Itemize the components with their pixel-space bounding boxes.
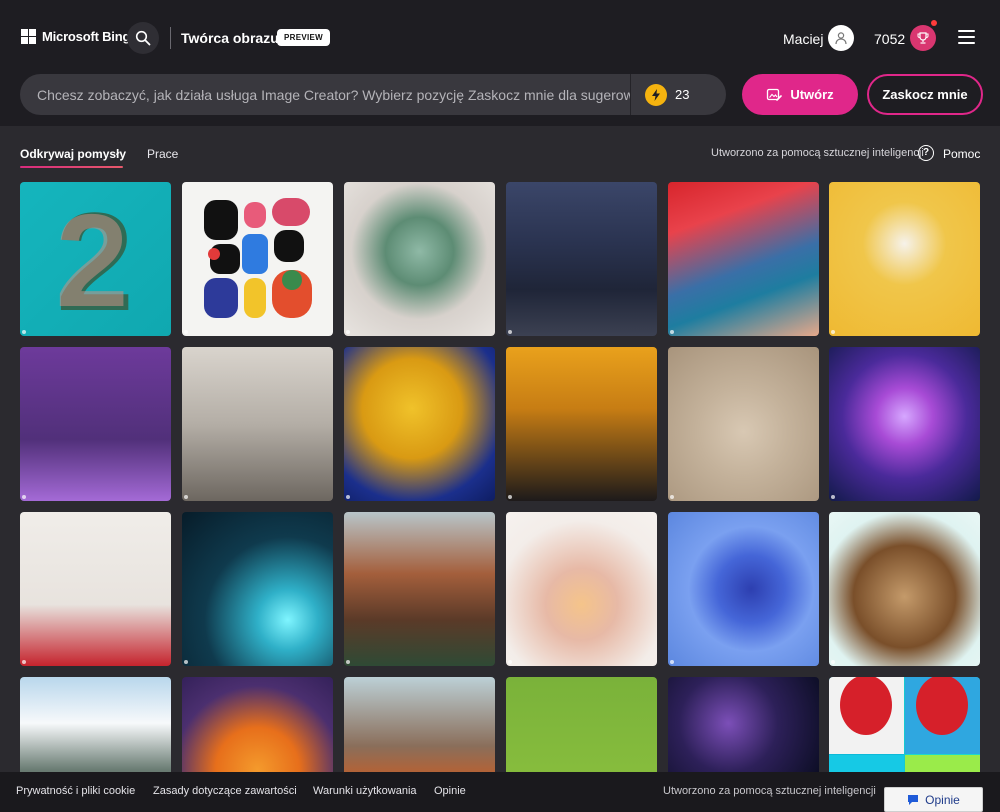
- notification-dot: [931, 20, 937, 26]
- image-tile-lavender-cocktail[interactable]: [506, 512, 657, 666]
- image-tile-blue-dahlia[interactable]: [668, 512, 819, 666]
- tile-info-icon: [670, 495, 674, 499]
- tile-info-icon: [346, 495, 350, 499]
- image-tile-shiba-astronaut[interactable]: [829, 182, 980, 336]
- image-tile-teal-number-two[interactable]: 22: [20, 182, 171, 336]
- image-tile-colorful-eye-makeup[interactable]: [668, 182, 819, 336]
- image-tile-abstract-shapes[interactable]: [182, 182, 333, 336]
- tile-info-icon: [184, 495, 188, 499]
- boost-count: 23: [675, 87, 690, 102]
- feedback-link[interactable]: Opinie: [434, 785, 466, 797]
- tile-info-icon: [670, 330, 674, 334]
- create-button[interactable]: Utwórz: [742, 74, 858, 115]
- help-link[interactable]: Pomoc: [943, 147, 980, 161]
- tile-info-icon: [508, 660, 512, 664]
- image-tile-lemon-hourglass[interactable]: [344, 347, 495, 501]
- image-tile-cosmic-figure[interactable]: [829, 347, 980, 501]
- trophy-icon: [917, 32, 929, 44]
- image-tile-purple-robot[interactable]: [20, 347, 171, 501]
- surprise-me-button[interactable]: Zaskocz mnie: [867, 74, 983, 115]
- tile-info-icon: [22, 495, 26, 499]
- help-icon[interactable]: ?: [918, 145, 934, 161]
- tile-info-icon: [184, 660, 188, 664]
- tile-info-icon: [22, 330, 26, 334]
- image-tile-red-room[interactable]: [20, 512, 171, 666]
- content-policy-link[interactable]: Zasady dotyczące zawartości: [153, 785, 297, 797]
- user-icon: [835, 32, 847, 45]
- tile-info-icon: [831, 660, 835, 664]
- tile-info-icon: [831, 495, 835, 499]
- prompt-box: 23: [20, 74, 726, 115]
- rewards-button[interactable]: [910, 25, 936, 51]
- tile-info-icon: [346, 330, 350, 334]
- tile-info-icon: [831, 330, 835, 334]
- search-icon: [135, 30, 151, 46]
- prompt-input[interactable]: [20, 74, 630, 115]
- image-tile-dark-castle-landscape[interactable]: [506, 182, 657, 336]
- avatar[interactable]: [828, 25, 854, 51]
- hamburger-menu-icon[interactable]: [958, 30, 975, 44]
- bing-logo[interactable]: Microsoft Bing: [21, 29, 130, 44]
- tile-info-icon: [184, 330, 188, 334]
- rewards-points[interactable]: 7052: [874, 31, 905, 47]
- svg-text:2: 2: [55, 187, 128, 334]
- feedback-button-label: Opinie: [925, 792, 960, 807]
- header-divider: [170, 27, 171, 49]
- search-button[interactable]: [127, 22, 159, 54]
- brand-name: Microsoft Bing: [42, 29, 131, 44]
- image-tile-elephant-tuxedo[interactable]: [506, 347, 657, 501]
- tile-info-icon: [508, 495, 512, 499]
- tile-info-icon: [22, 660, 26, 664]
- tile-info-icon: [346, 660, 350, 664]
- tile-info-icon: [670, 660, 674, 664]
- create-label: Utwórz: [790, 87, 834, 102]
- microsoft-logo-icon: [21, 29, 36, 44]
- image-tile-succulent-bouquet[interactable]: [344, 182, 495, 336]
- footer: Prywatność i pliki cookie Zasady dotyczą…: [0, 772, 1000, 812]
- comment-icon: [908, 794, 919, 805]
- image-grid: 22: [20, 182, 980, 812]
- privacy-link[interactable]: Prywatność i pliki cookie: [16, 785, 135, 797]
- image-tile-futuristic-city[interactable]: [182, 347, 333, 501]
- lightning-icon: [645, 83, 667, 106]
- image-tile-coconut-island[interactable]: [829, 512, 980, 666]
- feedback-button[interactable]: Opinie: [884, 787, 983, 812]
- footer-ai-note: Utworzono za pomocą sztucznej inteligenc…: [663, 785, 876, 797]
- active-tab-indicator: [20, 166, 123, 168]
- tab-creations[interactable]: Prace: [147, 147, 178, 161]
- boost-counter[interactable]: 23: [631, 83, 690, 106]
- image-tile-hamster-crystal-ball[interactable]: [182, 512, 333, 666]
- app-title[interactable]: Twórca obrazu: [181, 30, 279, 46]
- ai-generated-note: Utworzono za pomocą sztucznej inteligenc…: [711, 147, 924, 159]
- terms-link[interactable]: Warunki użytkowania: [313, 785, 417, 797]
- top-bar: Microsoft Bing Twórca obrazu PREVIEW Mac…: [0, 0, 1000, 126]
- user-name[interactable]: Maciej: [783, 31, 823, 47]
- tab-explore-ideas[interactable]: Odkrywaj pomysły: [20, 147, 126, 161]
- image-tile-gold-ring[interactable]: [668, 347, 819, 501]
- create-image-icon: [767, 88, 783, 101]
- preview-badge: PREVIEW: [277, 29, 330, 46]
- image-tile-castle-ruins-painting[interactable]: [344, 512, 495, 666]
- tile-info-icon: [508, 330, 512, 334]
